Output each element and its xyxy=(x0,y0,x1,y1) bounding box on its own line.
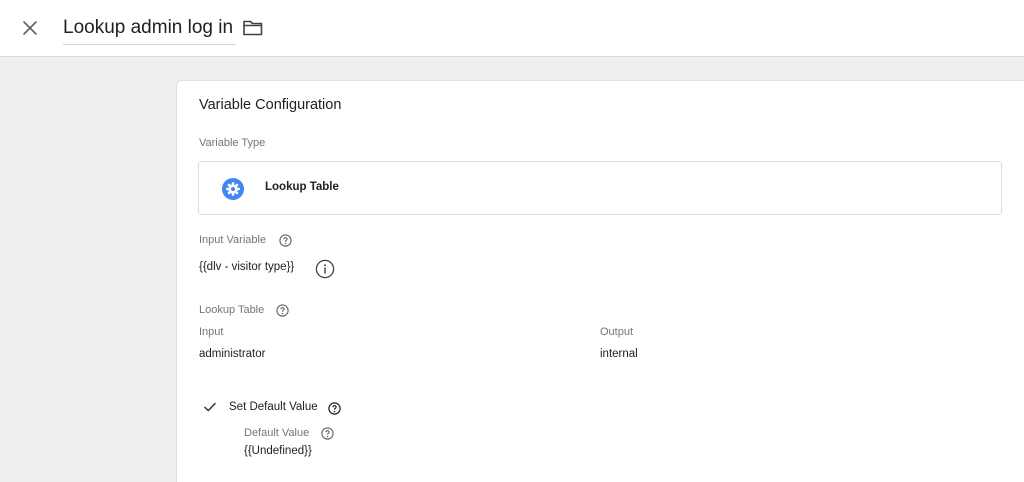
check-icon[interactable] xyxy=(203,400,217,414)
page-title[interactable]: Lookup admin log in xyxy=(63,17,233,38)
help-icon[interactable] xyxy=(328,402,341,415)
variable-configuration-card: Variable Configuration Variable Type Loo… xyxy=(176,80,1024,482)
top-bar: Lookup admin log in xyxy=(0,0,1024,57)
help-icon[interactable] xyxy=(276,304,289,317)
help-icon[interactable] xyxy=(321,427,334,440)
close-icon[interactable] xyxy=(18,16,42,40)
help-icon[interactable] xyxy=(279,234,292,247)
table-cell-output: internal xyxy=(600,348,638,360)
lookup-table-label: Lookup Table xyxy=(199,304,265,316)
card-title: Variable Configuration xyxy=(199,97,342,113)
table-cell-input: administrator xyxy=(199,348,266,360)
variable-type-selector[interactable]: Lookup Table xyxy=(198,161,1002,215)
info-icon[interactable] xyxy=(315,259,335,279)
input-variable-label: Input Variable xyxy=(199,234,267,246)
variable-type-label: Variable Type xyxy=(199,137,266,149)
gear-icon xyxy=(221,177,245,201)
default-value: {{Undefined}} xyxy=(244,445,312,457)
set-default-value-label[interactable]: Set Default Value xyxy=(229,401,318,413)
folder-icon[interactable] xyxy=(242,18,264,38)
input-variable-value: {{dlv - visitor type}} xyxy=(199,261,295,273)
table-header-input: Input xyxy=(199,326,224,338)
title-field[interactable]: Lookup admin log in xyxy=(63,14,237,45)
table-header-output: Output xyxy=(600,326,634,338)
variable-type-name: Lookup Table xyxy=(265,181,339,193)
default-value-label: Default Value xyxy=(244,427,310,439)
